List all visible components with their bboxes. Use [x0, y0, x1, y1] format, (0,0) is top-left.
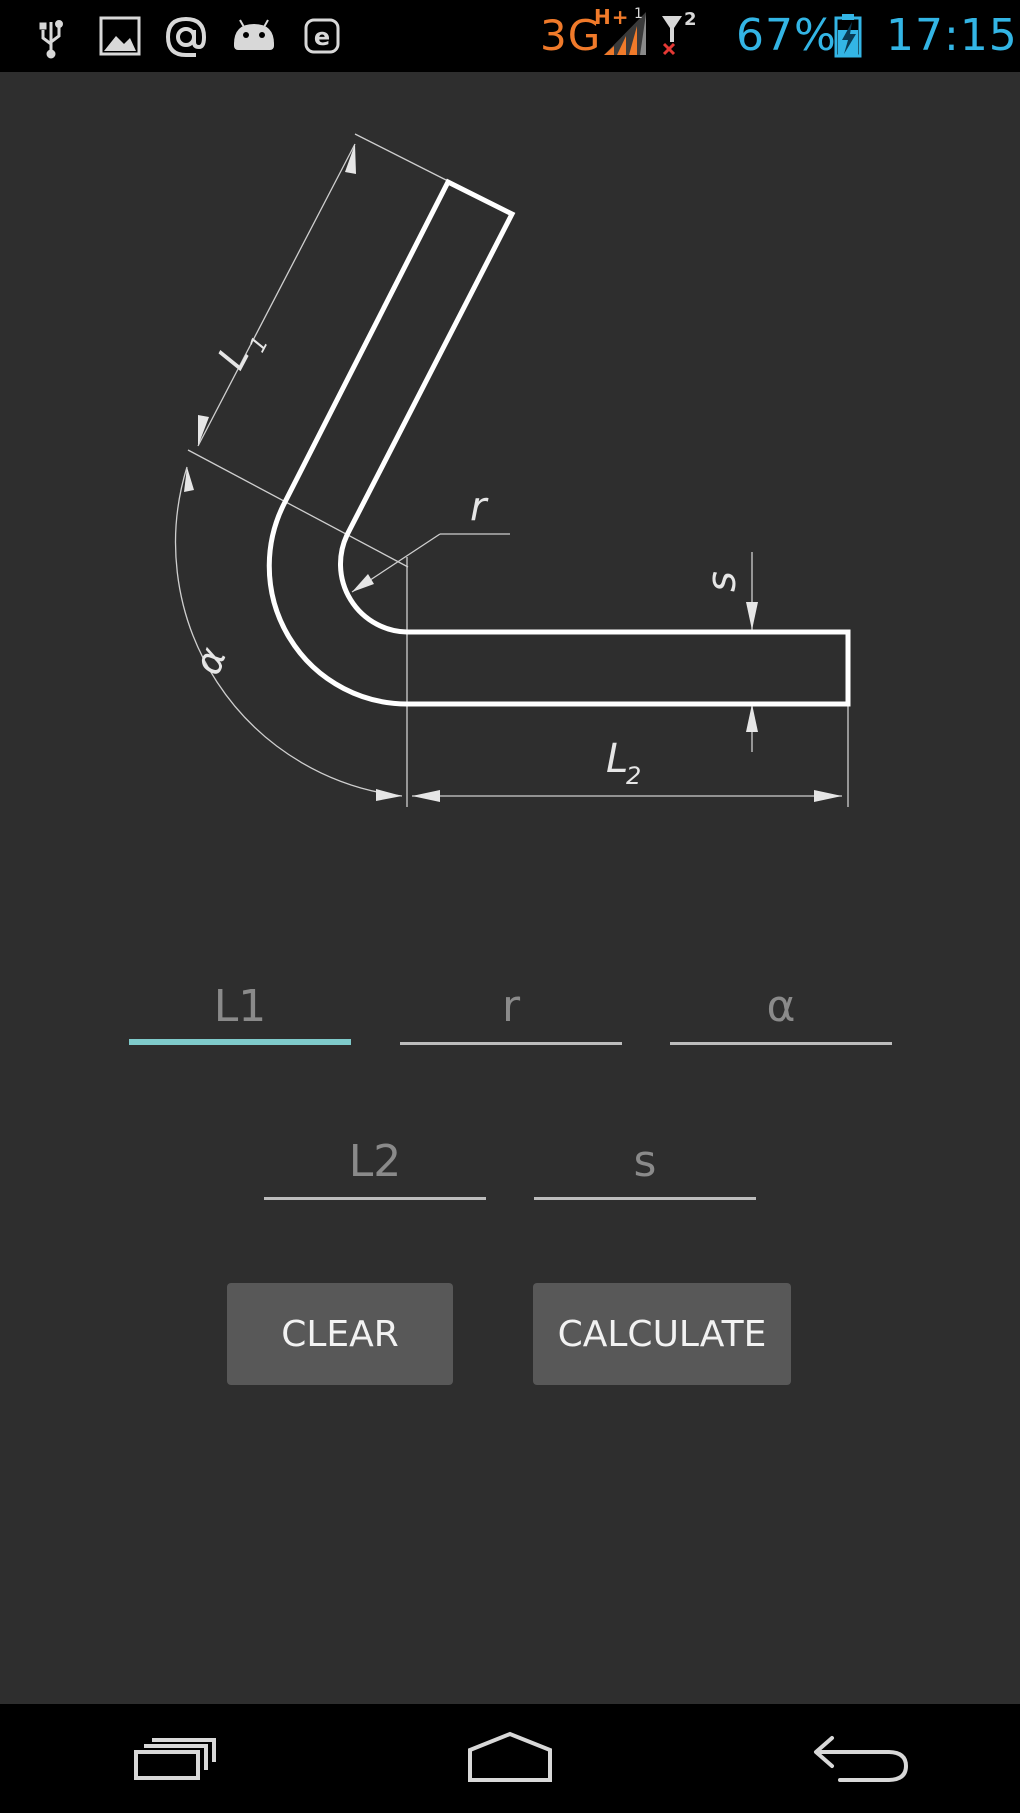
r-input[interactable] — [400, 975, 622, 1037]
calculate-button[interactable]: CALCULATE — [533, 1283, 791, 1385]
back-icon — [814, 1736, 908, 1782]
label-alpha: α — [185, 641, 235, 680]
network-type-label: 3G — [540, 11, 602, 60]
clear-button[interactable]: CLEAR — [227, 1283, 453, 1385]
l1-underline — [129, 1039, 351, 1045]
at-email-icon — [165, 16, 207, 57]
l2-underline — [264, 1197, 486, 1200]
clock-label: 17:15 — [886, 10, 1018, 61]
sim1-index-label: 1 — [634, 6, 644, 22]
home-button[interactable] — [430, 1714, 590, 1804]
battery-percent-label: 67% — [736, 10, 837, 61]
label-l2-subscript: 2 — [626, 762, 641, 790]
l2-field[interactable] — [264, 1130, 486, 1200]
recent-apps-icon — [134, 1738, 216, 1780]
r-underline — [400, 1042, 622, 1045]
alpha-input[interactable] — [670, 975, 892, 1037]
image-icon — [99, 16, 141, 56]
app-content: L 1 r s α L 2 CLEAR CALCULATE — [0, 72, 1020, 1704]
no-signal-icon — [662, 16, 682, 56]
s-input[interactable] — [534, 1130, 756, 1192]
recent-apps-button[interactable] — [92, 1714, 252, 1804]
back-button[interactable] — [770, 1714, 930, 1804]
l2-input[interactable] — [264, 1130, 486, 1192]
s-field[interactable] — [534, 1130, 756, 1200]
battery-charging-icon — [834, 14, 862, 58]
navigation-bar — [0, 1704, 1020, 1813]
label-s: s — [699, 571, 745, 592]
network-subtype-label: H+ — [594, 5, 630, 29]
sim2-index-label: 2 — [684, 9, 698, 30]
svg-text:e: e — [314, 23, 330, 51]
bent-part-outline — [266, 178, 851, 707]
l1-input[interactable] — [129, 975, 351, 1037]
label-r: r — [470, 484, 489, 530]
alpha-underline — [670, 1042, 892, 1045]
r-field[interactable] — [400, 975, 622, 1045]
e-icon: e — [304, 18, 340, 54]
s-underline — [534, 1197, 756, 1200]
l1-field[interactable] — [129, 975, 351, 1045]
android-icon — [234, 19, 274, 50]
label-l2: L — [606, 736, 628, 782]
home-icon — [468, 1731, 552, 1782]
usb-icon — [39, 20, 63, 59]
status-icons: e — [39, 12, 862, 59]
alpha-field[interactable] — [670, 975, 892, 1045]
bend-diagram: L 1 r s α L 2 — [174, 133, 851, 807]
status-bar: e 3G H+ 1 2 67% 17:15 — [0, 0, 1020, 72]
